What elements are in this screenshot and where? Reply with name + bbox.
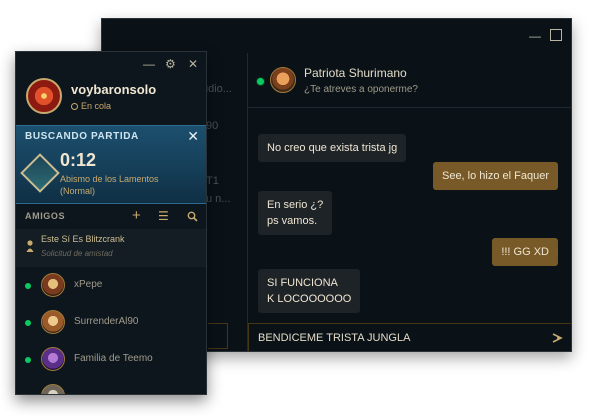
minimize-icon[interactable]: — — [143, 58, 155, 70]
online-status-icon — [25, 283, 31, 289]
queue-ring-icon — [71, 103, 78, 110]
add-friend-icon[interactable]: + — [132, 208, 141, 223]
settings-icon[interactable]: ⚙ — [165, 58, 176, 70]
chat-input-value: BENDICEME TRISTA JUNGLA — [258, 332, 411, 344]
online-status-icon — [25, 320, 31, 326]
message-text: En serio ¿? — [267, 199, 324, 211]
chat-message: SI FUNCIONA K LOCOOOOOO — [258, 269, 361, 313]
chat-titlebar: — — [102, 19, 571, 53]
profile-avatar[interactable] — [26, 78, 62, 114]
profile-status: En cola — [71, 101, 111, 111]
chat-message: !!! GG XD — [492, 238, 558, 266]
friend-avatar — [41, 347, 65, 371]
friend-avatar — [41, 384, 65, 394]
message-text: !!! GG XD — [501, 246, 549, 258]
maximize-icon[interactable] — [550, 29, 562, 41]
chat-header: Patriota Shurimano ¿Te atreves a oponerm… — [248, 53, 571, 108]
matchmaking-title: BUSCANDO PARTIDA — [25, 131, 139, 142]
map-icon — [20, 153, 60, 193]
friend-request[interactable]: Este Sí Es Blitzcrank Solicitud de amist… — [16, 229, 206, 267]
friends-label: AMIGOS — [25, 211, 66, 221]
person-icon — [26, 240, 34, 252]
chat-friend-name: Patriota Shurimano — [304, 66, 407, 80]
friend-row[interactable] — [16, 379, 206, 395]
message-text: See, lo hizo el Faquer — [441, 170, 549, 182]
profile-status-text: En cola — [81, 101, 112, 111]
friend-name: xPepe — [74, 279, 103, 290]
conversation-preview: u n... — [206, 193, 231, 205]
conversation-preview: T1 — [206, 175, 219, 187]
queue-mode: (Normal) — [60, 186, 95, 196]
message-text: SI FUNCIONA — [267, 277, 338, 289]
message-text: ps vamos. — [267, 215, 318, 227]
message-text: No creo que exista trista jg — [267, 142, 398, 154]
chat-message: No creo que exista trista jg — [258, 134, 407, 162]
client-stage: — udio... 90 T1 u n... Patriota Shuriman… — [0, 0, 591, 416]
chat-input[interactable]: BENDICEME TRISTA JUNGLA — [248, 323, 571, 351]
friend-name: Familia de Teemo — [74, 353, 153, 364]
friend-row[interactable]: xPepe — [16, 268, 206, 304]
online-status-icon — [25, 357, 31, 363]
request-name: Este Sí Es Blitzcrank — [41, 234, 125, 244]
friend-name: SurrenderAl90 — [74, 316, 139, 327]
friend-avatar — [41, 273, 65, 297]
list-icon[interactable]: ☰ — [158, 209, 169, 223]
request-subtitle: Solicitud de amistad — [41, 249, 113, 258]
profile-name: voybaronsolo — [71, 82, 157, 97]
friends-header: AMIGOS + ☰ — [16, 205, 206, 229]
friend-avatar — [41, 310, 65, 334]
chat-message: See, lo hizo el Faquer — [432, 162, 558, 190]
friends-panel: — ⚙ ✕ voybaronsolo En cola BUSCANDO PART… — [15, 51, 207, 395]
chat-friend-status: ¿Te atreves a oponerme? — [304, 84, 418, 95]
chat-message: En serio ¿? ps vamos. — [258, 191, 333, 235]
friend-row[interactable]: Familia de Teemo — [16, 342, 206, 378]
close-icon[interactable]: ✕ — [187, 128, 199, 145]
minimize-icon[interactable]: — — [529, 30, 541, 42]
online-status-icon — [25, 394, 31, 395]
conversation-preview: 90 — [206, 120, 219, 132]
queue-timer: 0:12 — [60, 150, 97, 170]
friend-avatar[interactable] — [270, 67, 296, 93]
message-text: K LOCOOOOOO — [267, 293, 352, 305]
close-icon[interactable]: ✕ — [188, 58, 198, 70]
online-status-icon — [257, 78, 264, 85]
queue-map: Abismo de los Lamentos — [60, 174, 159, 184]
search-icon[interactable] — [187, 211, 198, 222]
conversation-button[interactable] — [208, 323, 228, 349]
queue-name: Abismo de los Lamentos (Normal) — [60, 173, 159, 197]
matchmaking-panel: BUSCANDO PARTIDA ✕ 0:12 Abismo de los La… — [16, 125, 206, 204]
send-icon[interactable] — [551, 332, 563, 344]
friend-row[interactable]: SurrenderAl90 — [16, 305, 206, 341]
